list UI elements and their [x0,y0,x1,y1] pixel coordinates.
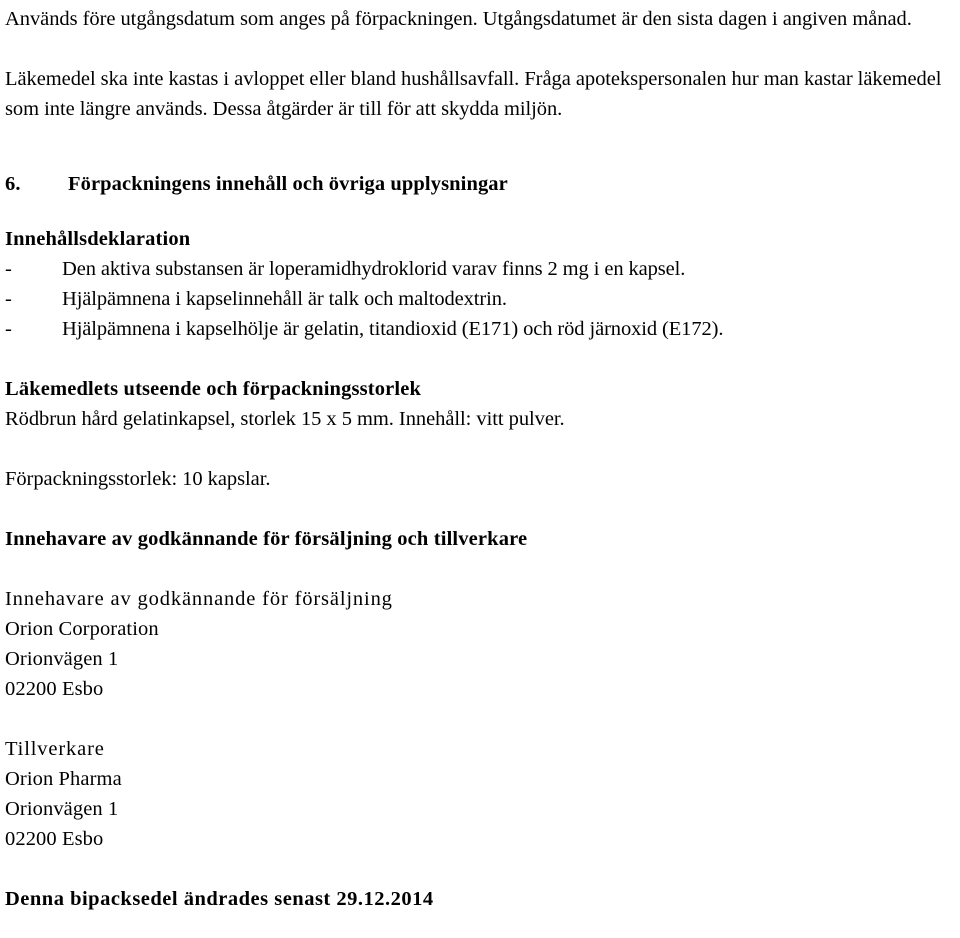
revision-date-line: Denna bipacksedel ändrades senast 29.12.… [5,888,434,910]
manufacturer-address-line: Orion Pharma [5,768,122,790]
ingredients-list: - Den aktiva substansen är loperamidhydr… [5,254,957,344]
bullet-dash-icon: - [5,318,12,340]
pack-size-text: Förpackningsstorlek: 10 kapslar. [5,468,271,490]
marketing-holder-address-line: Orion Corporation [5,618,159,640]
ingredients-heading: Innehållsdeklaration [5,228,191,250]
section-title: Förpackningens innehåll och övriga upply… [68,173,508,195]
list-item-text: Hjälpämnena i kapselhölje är gelatin, ti… [62,318,724,340]
appearance-description: Rödbrun hård gelatinkapsel, storlek 15 x… [5,408,565,430]
list-item: - Den aktiva substansen är loperamidhydr… [5,254,957,284]
intro-paragraph-expiry: Används före utgångsdatum som anges på f… [5,8,912,30]
marketing-holder-address-line: 02200 Esbo [5,678,104,700]
list-item-text: Den aktiva substansen är loperamidhydrok… [62,258,686,280]
list-item-text: Hjälpämnena i kapselinnehåll är talk och… [62,288,507,310]
section-number: 6. [5,173,21,195]
marketing-heading: Innehavare av godkännande för försäljnin… [5,528,528,550]
marketing-holder-address-line: Orionvägen 1 [5,648,119,670]
manufacturer-address-line: 02200 Esbo [5,828,104,850]
manufacturer-label: Tillverkare [5,738,105,760]
section-heading-6: 6. Förpackningens innehåll och övriga up… [5,169,957,199]
leaflet-page: Används före utgångsdatum som anges på f… [0,0,960,938]
list-item: - Hjälpämnena i kapselhölje är gelatin, … [5,314,957,344]
bullet-dash-icon: - [5,288,12,310]
list-item: - Hjälpämnena i kapselinnehåll är talk o… [5,284,957,314]
document-content: Används före utgångsdatum som anges på f… [5,4,957,914]
appearance-heading: Läkemedlets utseende och förpackningssto… [5,378,422,400]
manufacturer-address-line: Orionvägen 1 [5,798,119,820]
marketing-holder-label: Innehavare av godkännande för försäljnin… [5,588,393,610]
bullet-dash-icon: - [5,258,12,280]
intro-paragraph-disposal: Läkemedel ska inte kastas i avloppet ell… [5,68,942,120]
